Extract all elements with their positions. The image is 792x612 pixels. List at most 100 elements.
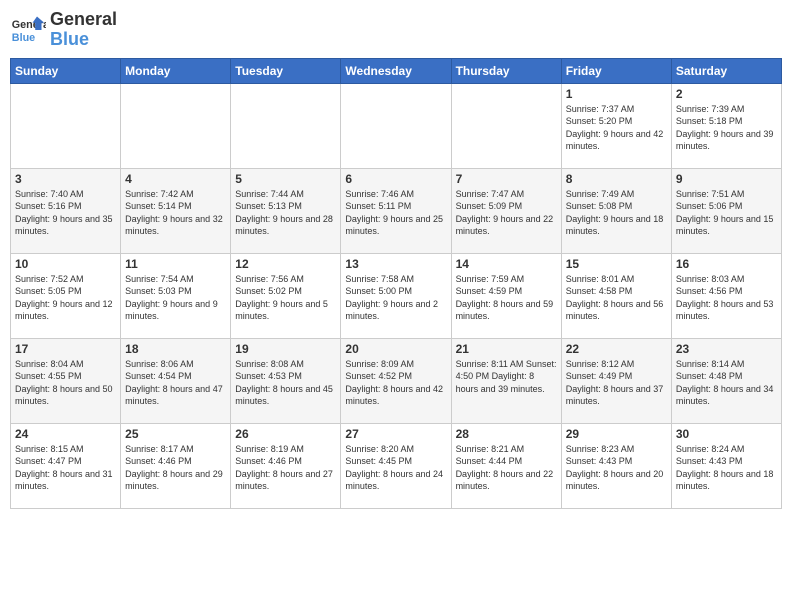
calendar-cell bbox=[231, 83, 341, 168]
day-number: 29 bbox=[566, 427, 667, 441]
logo: General Blue GeneralBlue bbox=[10, 10, 117, 50]
day-info: Sunrise: 8:06 AM Sunset: 4:54 PM Dayligh… bbox=[125, 358, 226, 408]
day-info: Sunrise: 7:44 AM Sunset: 5:13 PM Dayligh… bbox=[235, 188, 336, 238]
day-number: 2 bbox=[676, 87, 777, 101]
calendar-cell: 27 Sunrise: 8:20 AM Sunset: 4:45 PM Dayli… bbox=[341, 423, 451, 508]
calendar-cell bbox=[121, 83, 231, 168]
calendar-cell: 26 Sunrise: 8:19 AM Sunset: 4:46 PM Dayli… bbox=[231, 423, 341, 508]
calendar-cell: 10 Sunrise: 7:52 AM Sunset: 5:05 PM Dayli… bbox=[11, 253, 121, 338]
calendar-cell: 20Sunrise: 8:09 AM Sunset: 4:52 PM Dayli… bbox=[341, 338, 451, 423]
day-number: 11 bbox=[125, 257, 226, 271]
day-number: 28 bbox=[456, 427, 557, 441]
calendar-cell: 16 Sunrise: 8:03 AM Sunset: 4:56 PM Dayli… bbox=[671, 253, 781, 338]
day-number: 1 bbox=[566, 87, 667, 101]
calendar-cell bbox=[11, 83, 121, 168]
day-info: Sunrise: 7:58 AM Sunset: 5:00 PM Dayligh… bbox=[345, 273, 446, 323]
day-info: Sunrise: 7:37 AM Sunset: 5:20 PM Dayligh… bbox=[566, 103, 667, 153]
day-info: Sunrise: 7:54 AM Sunset: 5:03 PM Dayligh… bbox=[125, 273, 226, 323]
calendar-week-3: 10 Sunrise: 7:52 AM Sunset: 5:05 PM Dayli… bbox=[11, 253, 782, 338]
day-info: Sunrise: 8:21 AM Sunset: 4:44 PM Dayligh… bbox=[456, 443, 557, 493]
day-info: Sunrise: 8:01 AM Sunset: 4:58 PM Dayligh… bbox=[566, 273, 667, 323]
day-info: Sunrise: 8:20 AM Sunset: 4:45 PM Dayligh… bbox=[345, 443, 446, 493]
calendar-cell: 22Sunrise: 8:12 AM Sunset: 4:49 PM Dayli… bbox=[561, 338, 671, 423]
day-number: 5 bbox=[235, 172, 336, 186]
calendar-week-1: 1 Sunrise: 7:37 AM Sunset: 5:20 PM Daylig… bbox=[11, 83, 782, 168]
day-number: 12 bbox=[235, 257, 336, 271]
calendar-cell: 30 Sunrise: 8:24 AM Sunset: 4:43 PM Dayli… bbox=[671, 423, 781, 508]
day-number: 17 bbox=[15, 342, 116, 356]
calendar-cell: 17 Sunrise: 8:04 AM Sunset: 4:55 PM Dayli… bbox=[11, 338, 121, 423]
calendar-cell: 25 Sunrise: 8:17 AM Sunset: 4:46 PM Dayli… bbox=[121, 423, 231, 508]
calendar-cell: 15 Sunrise: 8:01 AM Sunset: 4:58 PM Dayli… bbox=[561, 253, 671, 338]
day-number: 9 bbox=[676, 172, 777, 186]
day-number: 24 bbox=[15, 427, 116, 441]
calendar-cell bbox=[451, 83, 561, 168]
calendar-cell: 13 Sunrise: 7:58 AM Sunset: 5:00 PM Dayli… bbox=[341, 253, 451, 338]
day-info: Sunrise: 8:11 AM Sunset: 4:50 PM Dayligh… bbox=[456, 358, 557, 396]
day-number: 15 bbox=[566, 257, 667, 271]
day-header-tuesday: Tuesday bbox=[231, 58, 341, 83]
calendar-cell: 1 Sunrise: 7:37 AM Sunset: 5:20 PM Daylig… bbox=[561, 83, 671, 168]
day-info: Sunrise: 7:42 AM Sunset: 5:14 PM Dayligh… bbox=[125, 188, 226, 238]
day-number: 13 bbox=[345, 257, 446, 271]
day-info: Sunrise: 8:04 AM Sunset: 4:55 PM Dayligh… bbox=[15, 358, 116, 408]
calendar-cell: 24 Sunrise: 8:15 AM Sunset: 4:47 PM Dayli… bbox=[11, 423, 121, 508]
day-number: 25 bbox=[125, 427, 226, 441]
day-info: Sunrise: 8:24 AM Sunset: 4:43 PM Dayligh… bbox=[676, 443, 777, 493]
day-number: 16 bbox=[676, 257, 777, 271]
day-number: 26 bbox=[235, 427, 336, 441]
day-info: Sunrise: 7:52 AM Sunset: 5:05 PM Dayligh… bbox=[15, 273, 116, 323]
day-info: Sunrise: 7:56 AM Sunset: 5:02 PM Dayligh… bbox=[235, 273, 336, 323]
calendar-cell: 18 Sunrise: 8:06 AM Sunset: 4:54 PM Dayli… bbox=[121, 338, 231, 423]
calendar-cell: 28 Sunrise: 8:21 AM Sunset: 4:44 PM Dayli… bbox=[451, 423, 561, 508]
day-number: 30 bbox=[676, 427, 777, 441]
day-header-friday: Friday bbox=[561, 58, 671, 83]
day-header-sunday: Sunday bbox=[11, 58, 121, 83]
day-info: Sunrise: 8:23 AM Sunset: 4:43 PM Dayligh… bbox=[566, 443, 667, 493]
day-number: 10 bbox=[15, 257, 116, 271]
day-number: 23 bbox=[676, 342, 777, 356]
calendar: SundayMondayTuesdayWednesdayThursdayFrid… bbox=[10, 58, 782, 509]
calendar-cell: 14Sunrise: 7:59 AM Sunset: 4:59 PM Dayli… bbox=[451, 253, 561, 338]
day-info: Sunrise: 8:08 AM Sunset: 4:53 PM Dayligh… bbox=[235, 358, 336, 408]
day-number: 6 bbox=[345, 172, 446, 186]
header: General Blue GeneralBlue bbox=[10, 10, 782, 50]
calendar-header-row: SundayMondayTuesdayWednesdayThursdayFrid… bbox=[11, 58, 782, 83]
calendar-cell: 3 Sunrise: 7:40 AM Sunset: 5:16 PM Daylig… bbox=[11, 168, 121, 253]
day-header-thursday: Thursday bbox=[451, 58, 561, 83]
day-number: 4 bbox=[125, 172, 226, 186]
day-info: Sunrise: 8:15 AM Sunset: 4:47 PM Dayligh… bbox=[15, 443, 116, 493]
day-number: 19 bbox=[235, 342, 336, 356]
day-info: Sunrise: 7:39 AM Sunset: 5:18 PM Dayligh… bbox=[676, 103, 777, 153]
calendar-cell: 19 Sunrise: 8:08 AM Sunset: 4:53 PM Dayli… bbox=[231, 338, 341, 423]
day-header-monday: Monday bbox=[121, 58, 231, 83]
calendar-cell: 2 Sunrise: 7:39 AM Sunset: 5:18 PM Daylig… bbox=[671, 83, 781, 168]
day-info: Sunrise: 8:19 AM Sunset: 4:46 PM Dayligh… bbox=[235, 443, 336, 493]
calendar-cell: 8Sunrise: 7:49 AM Sunset: 5:08 PM Daylig… bbox=[561, 168, 671, 253]
calendar-cell bbox=[341, 83, 451, 168]
day-info: Sunrise: 7:47 AM Sunset: 5:09 PM Dayligh… bbox=[456, 188, 557, 238]
day-info: Sunrise: 8:17 AM Sunset: 4:46 PM Dayligh… bbox=[125, 443, 226, 493]
calendar-cell: 6 Sunrise: 7:46 AM Sunset: 5:11 PM Daylig… bbox=[341, 168, 451, 253]
day-number: 20 bbox=[345, 342, 446, 356]
day-number: 21 bbox=[456, 342, 557, 356]
calendar-cell: 23 Sunrise: 8:14 AM Sunset: 4:48 PM Dayli… bbox=[671, 338, 781, 423]
day-info: Sunrise: 7:40 AM Sunset: 5:16 PM Dayligh… bbox=[15, 188, 116, 238]
day-number: 18 bbox=[125, 342, 226, 356]
day-number: 7 bbox=[456, 172, 557, 186]
calendar-cell: 21 Sunrise: 8:11 AM Sunset: 4:50 PM Dayli… bbox=[451, 338, 561, 423]
calendar-cell: 5 Sunrise: 7:44 AM Sunset: 5:13 PM Daylig… bbox=[231, 168, 341, 253]
day-info: Sunrise: 7:46 AM Sunset: 5:11 PM Dayligh… bbox=[345, 188, 446, 238]
day-number: 3 bbox=[15, 172, 116, 186]
day-number: 8 bbox=[566, 172, 667, 186]
day-number: 14 bbox=[456, 257, 557, 271]
calendar-cell: 7 Sunrise: 7:47 AM Sunset: 5:09 PM Daylig… bbox=[451, 168, 561, 253]
day-number: 27 bbox=[345, 427, 446, 441]
day-info: Sunrise: 8:03 AM Sunset: 4:56 PM Dayligh… bbox=[676, 273, 777, 323]
calendar-cell: 11 Sunrise: 7:54 AM Sunset: 5:03 PM Dayli… bbox=[121, 253, 231, 338]
day-info: Sunrise: 8:14 AM Sunset: 4:48 PM Dayligh… bbox=[676, 358, 777, 408]
calendar-week-5: 24 Sunrise: 8:15 AM Sunset: 4:47 PM Dayli… bbox=[11, 423, 782, 508]
calendar-week-4: 17 Sunrise: 8:04 AM Sunset: 4:55 PM Dayli… bbox=[11, 338, 782, 423]
day-header-saturday: Saturday bbox=[671, 58, 781, 83]
day-number: 22 bbox=[566, 342, 667, 356]
